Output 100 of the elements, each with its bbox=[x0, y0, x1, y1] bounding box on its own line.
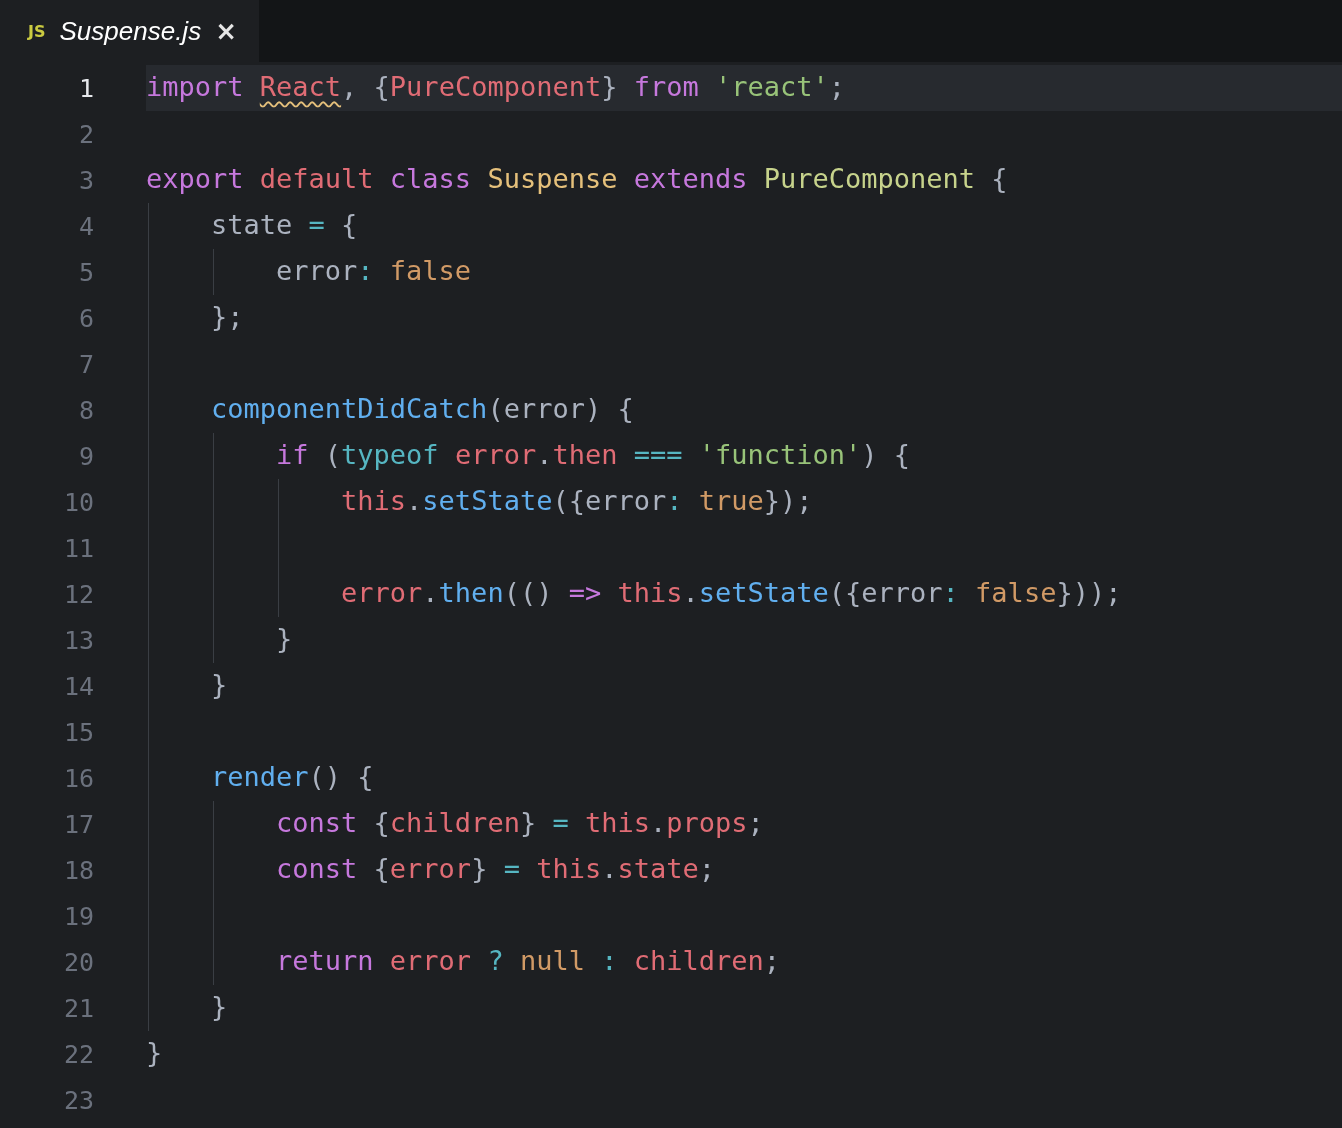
code-token: false bbox=[975, 575, 1057, 610]
line-number: 16 bbox=[62, 763, 94, 793]
line-number: 23 bbox=[62, 1085, 94, 1115]
code-token: default bbox=[259, 161, 375, 196]
code-token: } bbox=[471, 851, 489, 886]
code-token: } bbox=[519, 805, 538, 840]
code-token: } bbox=[146, 1035, 163, 1070]
code-token: PureComponent bbox=[763, 161, 977, 196]
line-number: 21 bbox=[62, 993, 94, 1023]
code-token: ? bbox=[487, 943, 505, 978]
code-token: setState bbox=[698, 575, 829, 610]
line-number: 14 bbox=[62, 671, 94, 701]
code-token: then bbox=[552, 437, 619, 472]
code-token: } bbox=[275, 621, 293, 656]
code-token: = bbox=[308, 207, 326, 242]
code-token: , { bbox=[341, 69, 390, 104]
code-token: (() bbox=[503, 575, 554, 610]
code-token: props bbox=[666, 805, 748, 840]
code-token: } bbox=[210, 667, 228, 702]
code-token: ; bbox=[747, 805, 764, 840]
code-token: => bbox=[568, 575, 603, 610]
code-token: this bbox=[340, 483, 407, 518]
code-token: ; bbox=[763, 943, 780, 978]
code-token: . bbox=[422, 575, 439, 610]
close-button[interactable]: × bbox=[215, 16, 237, 46]
code-token: }); bbox=[763, 483, 813, 518]
code-token: error bbox=[389, 943, 473, 978]
code-token: })); bbox=[1056, 575, 1122, 610]
code-token: children bbox=[389, 805, 520, 840]
code-token: const bbox=[275, 805, 359, 840]
code-token: if bbox=[275, 437, 310, 472]
code-token: extends bbox=[633, 161, 749, 196]
line-number: 4 bbox=[77, 211, 94, 241]
code-token: false bbox=[389, 253, 472, 288]
code-token: true bbox=[698, 483, 764, 518]
code-token: this bbox=[536, 851, 602, 886]
line-number: 3 bbox=[77, 165, 94, 195]
code-token: { bbox=[341, 207, 358, 242]
file-type-label: JS bbox=[28, 21, 46, 41]
code-token: (error) { bbox=[487, 391, 634, 426]
line-number: 17 bbox=[62, 809, 94, 839]
code-token: () { bbox=[308, 759, 374, 794]
code-token: Suspense bbox=[487, 161, 619, 196]
code-token: componentDidCatch bbox=[210, 391, 488, 426]
line-number: 13 bbox=[62, 625, 94, 655]
line-number: 11 bbox=[62, 533, 94, 563]
line-number: 5 bbox=[77, 257, 94, 287]
code-token: { bbox=[373, 851, 390, 886]
code-token: . bbox=[601, 851, 618, 886]
code-token: 'function' bbox=[698, 437, 862, 472]
code-token: class bbox=[389, 161, 473, 196]
code-token: : bbox=[601, 943, 619, 978]
line-number: 8 bbox=[77, 395, 94, 425]
code-token: : bbox=[942, 575, 960, 610]
code-token: render bbox=[210, 759, 309, 794]
line-number: 6 bbox=[77, 303, 94, 333]
line-number: 2 bbox=[77, 119, 94, 149]
code-token: PureComponent bbox=[389, 69, 602, 104]
line-number: 22 bbox=[62, 1039, 94, 1069]
code-token: then bbox=[438, 575, 504, 610]
line-number: 12 bbox=[62, 579, 94, 609]
code-token: React bbox=[259, 69, 342, 104]
code-token: setState bbox=[422, 483, 553, 518]
code-token: : bbox=[357, 253, 375, 288]
code-token: import bbox=[146, 69, 245, 104]
code-token: children bbox=[633, 943, 764, 978]
tab-title: Suspense.js bbox=[59, 15, 202, 47]
code-token: export bbox=[146, 161, 245, 196]
code-token: } bbox=[210, 989, 228, 1024]
code-token: . bbox=[682, 575, 699, 610]
code-token: : bbox=[666, 483, 684, 518]
code-token: { bbox=[991, 161, 1008, 196]
code-token: . bbox=[649, 805, 667, 840]
code-token: { bbox=[373, 805, 390, 840]
code-token: error bbox=[454, 437, 537, 472]
code-token: error bbox=[340, 575, 423, 610]
code-token: = bbox=[503, 851, 521, 886]
code-token: = bbox=[552, 805, 570, 840]
line-number: 20 bbox=[62, 947, 94, 977]
line-number: 10 bbox=[62, 487, 94, 517]
code-token: const bbox=[275, 851, 359, 886]
code-token: . bbox=[536, 437, 553, 472]
code-token: ({error bbox=[552, 483, 667, 518]
editor-tab[interactable]: JS Suspense.js × bbox=[0, 0, 259, 62]
code-token: this bbox=[617, 575, 683, 610]
line-number: 15 bbox=[62, 717, 94, 747]
code-token: this bbox=[584, 805, 650, 840]
code-token: } bbox=[601, 69, 619, 104]
code-token: ( bbox=[324, 437, 342, 472]
code-token: error bbox=[275, 253, 358, 288]
code-token: . bbox=[406, 483, 423, 518]
line-number: 7 bbox=[77, 349, 94, 379]
code-token: from bbox=[633, 69, 700, 104]
line-number: 9 bbox=[77, 441, 94, 471]
code-token: ; bbox=[828, 69, 846, 104]
line-number: 1 bbox=[77, 73, 94, 103]
line-number: 19 bbox=[62, 901, 94, 931]
code-token: return bbox=[275, 943, 375, 978]
code-token: typeof bbox=[341, 437, 440, 472]
code-token: 'react' bbox=[715, 69, 829, 104]
